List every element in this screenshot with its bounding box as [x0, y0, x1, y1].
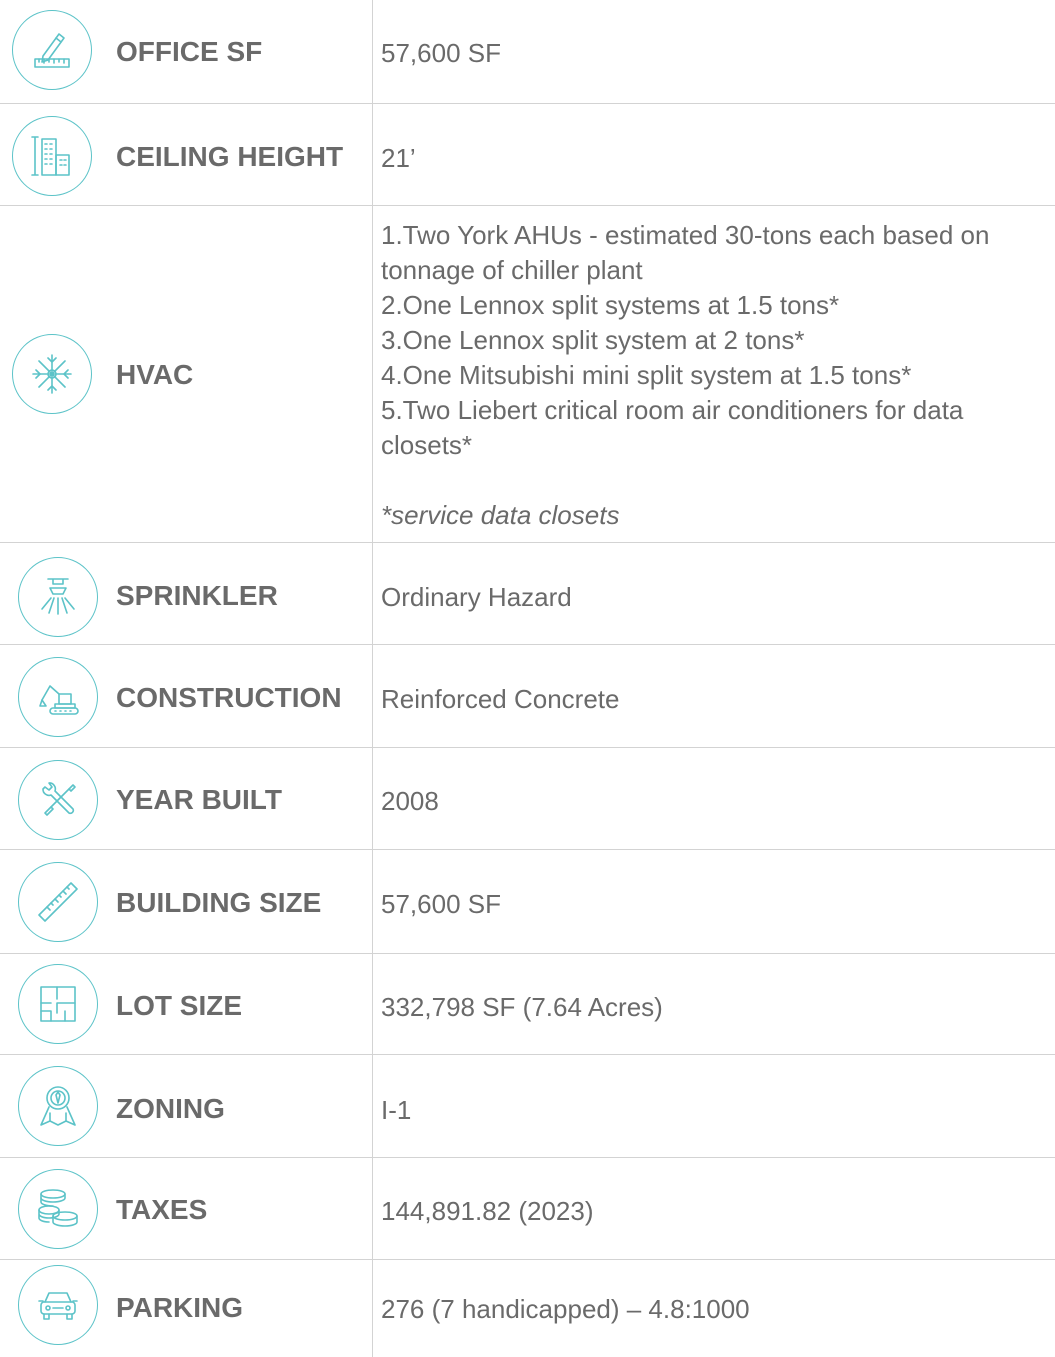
spec-value: 332,798 SF (7.64 Acres) [381, 992, 663, 1022]
spec-value: 57,600 SF [381, 889, 501, 919]
spec-value: I-1 [381, 1095, 412, 1125]
building-height-icon [12, 116, 92, 196]
floor-plan-icon [18, 964, 98, 1044]
spec-value: Ordinary Hazard [381, 582, 572, 612]
spec-value: 276 (7 handicapped) – 4.8:1000 [381, 1294, 750, 1324]
spec-label: YEAR BUILT [116, 784, 282, 815]
spec-row-taxes: TAXES 144,891.82 (2023) [0, 1158, 1055, 1260]
hvac-value-list: 1.Two York AHUs - estimated 30-tons each… [381, 218, 1046, 533]
spec-row-year-built: YEAR BUILT 2008 [0, 748, 1055, 850]
spec-row-sprinkler: SPRINKLER Ordinary Hazard [0, 543, 1055, 645]
hvac-line: 1.Two York AHUs - estimated 30-tons each… [381, 220, 990, 285]
hvac-line: 5.Two Liebert critical room air conditio… [381, 395, 964, 460]
spec-label: OFFICE SF [116, 36, 263, 67]
spec-label: CONSTRUCTION [116, 682, 342, 713]
spec-value: 144,891.82 (2023) [381, 1196, 594, 1226]
ruler-icon [18, 862, 98, 942]
pencil-ruler-icon [12, 10, 92, 90]
car-icon [18, 1265, 98, 1345]
spec-row-construction: CONSTRUCTION Reinforced Concrete [0, 645, 1055, 748]
hvac-note: *service data closets [381, 500, 620, 530]
spec-label: TAXES [116, 1194, 208, 1225]
coins-icon [18, 1169, 98, 1249]
spec-row-ceiling-height: CEILING HEIGHT 21’ [0, 104, 1055, 206]
spec-row-building-size: BUILDING SIZE 57,600 SF [0, 850, 1055, 954]
spec-label: BUILDING SIZE [116, 887, 322, 918]
spec-row-parking: PARKING 276 (7 handicapped) – 4.8:1000 [0, 1260, 1055, 1357]
property-specs-table: OFFICE SF 57,600 SF CEILING HEIGHT 21’ H… [0, 0, 1055, 1357]
spec-row-hvac: HVAC 1.Two York AHUs - estimated 30-tons… [0, 206, 1055, 543]
map-pin-icon [18, 1066, 98, 1146]
spec-label: HVAC [116, 359, 194, 390]
spec-row-zoning: ZONING I-1 [0, 1055, 1055, 1158]
spec-label: SPRINKLER [116, 580, 278, 611]
spec-value: 21’ [381, 143, 416, 173]
spec-row-office-sf: OFFICE SF 57,600 SF [0, 0, 1055, 104]
excavator-icon [18, 657, 98, 737]
spec-label: LOT SIZE [116, 990, 242, 1021]
spec-label: CEILING HEIGHT [116, 141, 344, 172]
snowflake-icon [12, 334, 92, 414]
hvac-line: 3.One Lennox split system at 2 tons* [381, 325, 805, 355]
wrench-screwdriver-icon [18, 760, 98, 840]
spec-label: PARKING [116, 1292, 244, 1323]
sprinkler-icon [18, 557, 98, 637]
spec-value: Reinforced Concrete [381, 684, 620, 714]
spec-value: 57,600 SF [381, 38, 501, 68]
spec-row-lot-size: LOT SIZE 332,798 SF (7.64 Acres) [0, 954, 1055, 1055]
spec-label: ZONING [116, 1093, 225, 1124]
spec-value: 2008 [381, 786, 439, 816]
hvac-line: 4.One Mitsubishi mini split system at 1.… [381, 360, 912, 390]
hvac-line: 2.One Lennox split systems at 1.5 tons* [381, 290, 840, 320]
